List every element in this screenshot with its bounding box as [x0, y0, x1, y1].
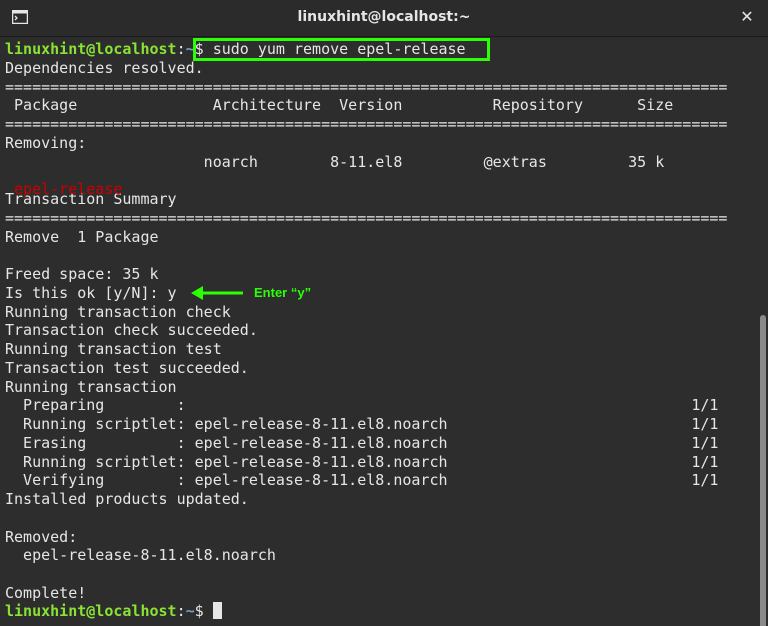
- output-line: Dependencies resolved.: [5, 58, 204, 77]
- close-icon[interactable]: ✕: [738, 8, 756, 26]
- prompt-userhost: linuxhint@localhost: [5, 40, 177, 58]
- output-line: Complete!: [5, 583, 87, 602]
- title-bar: linuxhint@localhost:~ ✕: [0, 0, 768, 37]
- final-prompt[interactable]: linuxhint@localhost:~$: [5, 602, 222, 621]
- output-line: Erasing : epel-release-8-11.el8.noarch 1…: [5, 433, 719, 452]
- output-line: epel-release-8-11.el8.noarch: [5, 546, 276, 565]
- output-line: Is this ok [y/N]: y: [5, 283, 177, 302]
- terminal-output[interactable]: linuxhint@localhost:~$ sudo yum remove e…: [0, 37, 758, 626]
- output-line: ========================================…: [5, 115, 728, 133]
- output-line: ========================================…: [5, 208, 728, 227]
- output-line: noarch 8-11.el8 @extras 35 k: [5, 152, 665, 171]
- removed-package-name: epel-release: [5, 180, 123, 198]
- window-title: linuxhint@localhost:~: [297, 9, 471, 25]
- command-highlight-box: [193, 38, 490, 61]
- output-line: Freed space: 35 k: [5, 265, 159, 283]
- terminal-window: linuxhint@localhost:~ ✕ linuxhint@localh…: [0, 0, 768, 626]
- output-line: Verifying : epel-release-8-11.el8.noarch…: [5, 471, 719, 490]
- arrow-left-icon: [191, 286, 243, 300]
- output-line: Preparing : 1/1: [5, 396, 719, 415]
- output-line: ========================================…: [5, 77, 728, 96]
- output-line: Running transaction test: [5, 340, 222, 358]
- output-line: Running transaction check: [5, 302, 231, 321]
- output-line: Removed:: [5, 527, 78, 546]
- output-line: Running scriptlet: epel-release-8-11.el8…: [5, 452, 719, 471]
- output-line: Remove 1 Package: [5, 227, 159, 246]
- prompt-sep: :: [176, 40, 186, 58]
- output-line: Transaction test succeeded.: [5, 358, 249, 377]
- output-line: Running scriptlet: epel-release-8-11.el8…: [5, 415, 719, 433]
- scrollbar[interactable]: [758, 37, 768, 626]
- scrollbar-thumb[interactable]: [760, 315, 766, 626]
- output-line: Running transaction: [5, 377, 177, 396]
- annotation-enter-y: Enter “y”: [254, 285, 312, 300]
- output-line: Package Architecture Version Repository …: [5, 96, 674, 115]
- output-line: Removing:: [5, 133, 87, 152]
- output-line: Transaction check succeeded.: [5, 321, 258, 340]
- text-cursor: [212, 602, 222, 619]
- output-line: Installed products updated.: [5, 490, 249, 508]
